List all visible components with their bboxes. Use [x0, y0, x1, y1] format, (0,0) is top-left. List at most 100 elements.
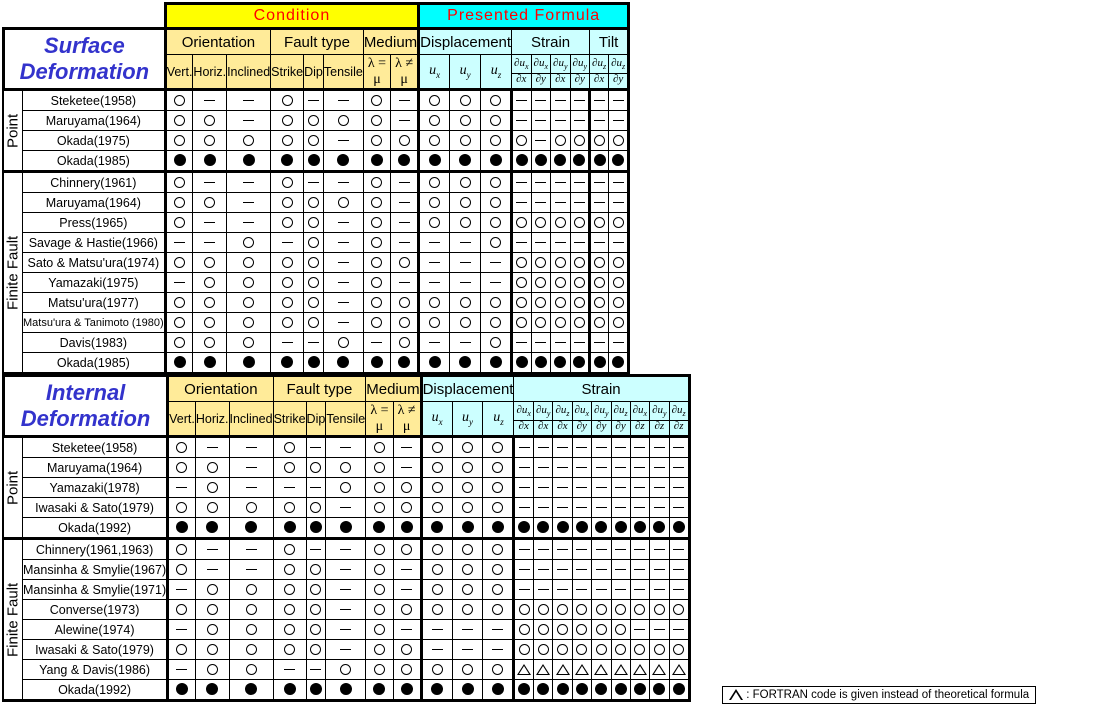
group-fault-type: Fault type — [270, 27, 364, 55]
mark-cell — [303, 110, 324, 131]
mark-cell — [365, 639, 394, 660]
mark-cell — [569, 212, 592, 233]
open-circle-icon — [373, 663, 385, 675]
mark-cell — [610, 579, 631, 600]
open-circle-icon — [492, 543, 504, 555]
open-circle-icon — [401, 603, 413, 615]
mark-cell — [571, 639, 593, 660]
mark-cell — [482, 477, 516, 498]
mark-cell — [530, 130, 552, 151]
dash-icon — [337, 139, 349, 141]
dash-icon — [576, 548, 588, 550]
mark-cell — [226, 252, 272, 273]
dash-icon — [516, 201, 528, 203]
subheader-orientation-2: Horiz. — [192, 54, 228, 90]
open-circle-icon — [557, 603, 568, 615]
table-row: Yamazaki(1978) — [4, 477, 691, 498]
mark-cell — [482, 619, 516, 640]
dash-icon — [308, 181, 319, 183]
mark-cell — [166, 559, 196, 580]
open-circle-icon — [373, 441, 385, 453]
mark-cell — [451, 619, 484, 640]
filled-circle-icon — [428, 356, 441, 369]
subheader-fault-type-1: Strike — [270, 54, 305, 90]
dash-icon — [673, 506, 685, 508]
comparison-table-page: Condition Presented Formula Surface Deforma… — [0, 0, 1095, 708]
open-circle-icon — [310, 583, 322, 595]
mark-cell — [451, 457, 484, 478]
subheader-strain-1: ∂ux ∂x — [511, 54, 532, 90]
reference-name: Yang & Davis(1986) — [21, 659, 169, 680]
mark-cell — [272, 659, 307, 680]
filled-circle-icon — [518, 521, 531, 534]
filled-circle-icon — [534, 356, 547, 369]
open-triangle-icon — [632, 663, 647, 675]
open-circle-icon — [204, 296, 216, 308]
mark-cell — [608, 292, 631, 313]
dash-icon — [206, 548, 218, 550]
mark-cell — [608, 88, 631, 111]
filled-circle-icon — [281, 154, 294, 167]
mark-cell — [482, 497, 516, 518]
open-circle-icon — [310, 563, 322, 575]
condition-band: Condition — [163, 2, 421, 29]
mark-cell — [552, 619, 573, 640]
mark-cell — [480, 292, 514, 313]
dash-icon — [595, 446, 607, 448]
mark-cell — [480, 272, 514, 293]
mark-cell — [610, 599, 631, 620]
filled-circle-icon — [633, 683, 646, 696]
filled-circle-icon — [337, 356, 350, 369]
mark-cell — [552, 579, 573, 600]
mark-cell — [325, 457, 367, 478]
mark-cell — [325, 559, 367, 580]
mark-cell — [417, 192, 451, 213]
open-circle-icon — [492, 583, 504, 595]
mark-cell — [390, 292, 421, 313]
open-circle-icon — [462, 563, 474, 575]
mark-cell — [362, 88, 392, 111]
mark-cell — [552, 477, 573, 498]
open-circle-icon — [373, 501, 385, 513]
mark-cell — [649, 435, 670, 458]
mark-cell — [629, 579, 651, 600]
mark-cell — [365, 477, 394, 498]
table-row: Finite Fault Chinnery(1961) — [3, 170, 631, 374]
dash-icon — [243, 181, 255, 183]
mark-cell — [272, 517, 307, 539]
filled-circle-icon — [400, 521, 413, 534]
mark-cell — [569, 252, 592, 273]
table-row: Iwasaki & Sato(1979) — [4, 497, 691, 518]
open-circle-icon — [174, 336, 186, 348]
dash-icon — [174, 241, 186, 243]
open-circle-icon — [459, 134, 471, 146]
mark-cell — [322, 272, 364, 293]
mark-cell — [305, 679, 327, 702]
dash-icon — [615, 568, 627, 570]
mark-cell — [390, 88, 421, 111]
dash-icon — [518, 466, 530, 468]
open-circle-icon — [243, 134, 255, 146]
group-tilt: Tilt — [589, 27, 631, 55]
open-triangle-icon — [671, 663, 686, 675]
dash-icon — [634, 466, 646, 468]
open-circle-icon — [492, 563, 504, 575]
mark-cell — [451, 497, 484, 518]
mark-cell — [390, 352, 421, 375]
mark-cell — [608, 252, 631, 273]
mark-cell — [325, 619, 367, 640]
open-circle-icon — [576, 623, 588, 635]
mark-cell — [591, 537, 612, 560]
mark-cell — [591, 435, 612, 458]
reference-name: Mansinha & Smylie(1967) — [21, 559, 169, 580]
reference-name: Steketee(1958) — [21, 435, 169, 458]
dash-icon — [595, 548, 607, 550]
filled-circle-icon — [518, 683, 531, 696]
mark-cell — [163, 292, 194, 313]
mark-cell — [530, 292, 552, 313]
mark-cell — [668, 639, 691, 660]
mark-cell — [270, 292, 305, 313]
open-circle-icon — [245, 603, 257, 615]
mark-cell — [629, 457, 651, 478]
mark-cell — [569, 232, 592, 253]
